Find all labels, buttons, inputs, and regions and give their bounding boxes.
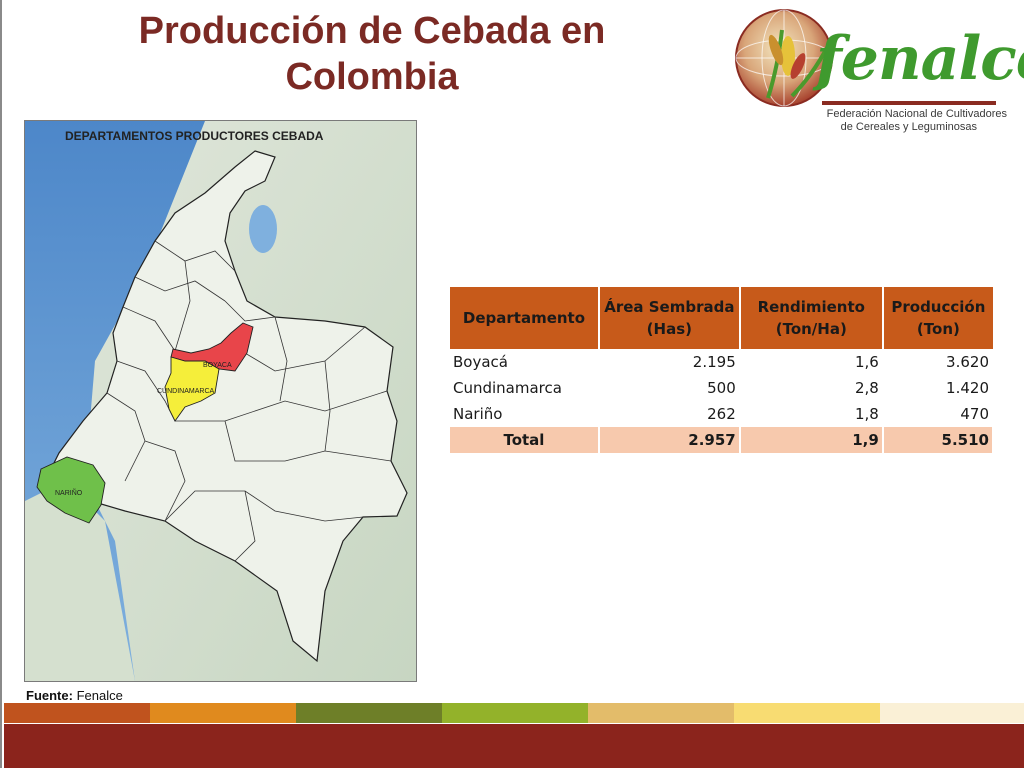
logo-underline bbox=[822, 101, 996, 105]
total-area: 2.957 bbox=[598, 427, 741, 453]
header-area: Área Sembrada (Has) bbox=[598, 287, 741, 349]
total-produccion: 5.510 bbox=[882, 427, 995, 453]
cell-rendimiento: 1,8 bbox=[739, 401, 884, 427]
slide: Producción de Cebada en Colombia fenalce bbox=[0, 0, 1024, 768]
fenalce-logo: fenalce Federación Nacional de Cultivado… bbox=[730, 4, 1024, 136]
map-title: DEPARTAMENTOS PRODUCTORES CEBADA bbox=[65, 129, 324, 143]
stripe-2 bbox=[150, 703, 296, 723]
total-label: Total bbox=[450, 427, 600, 453]
cell-rendimiento: 2,8 bbox=[739, 375, 884, 401]
logo-subtitle-line2: de Cereales y Leguminosas bbox=[840, 121, 977, 133]
logo-wordmark: fenalce bbox=[816, 24, 1024, 94]
cell-area: 2.195 bbox=[598, 349, 741, 375]
slide-title-line1: Producción de Cebada en bbox=[138, 10, 606, 52]
table-row: Nariño 262 1,8 470 bbox=[450, 401, 995, 427]
cell-departamento: Cundinamarca bbox=[450, 375, 600, 401]
slide-title: Producción de Cebada en Colombia bbox=[62, 8, 682, 100]
cell-area: 262 bbox=[598, 401, 741, 427]
cell-rendimiento: 1,6 bbox=[739, 349, 884, 375]
source-note: Fuente: Fenalce bbox=[26, 688, 123, 703]
cell-departamento: Boyacá bbox=[450, 349, 600, 375]
header-rendimiento: Rendimiento (Ton/Ha) bbox=[739, 287, 884, 349]
map-label-boyaca: BOYACA bbox=[203, 362, 232, 369]
map-label-cundinamarca: CUNDINAMARCA bbox=[157, 388, 215, 395]
slide-title-line2: Colombia bbox=[285, 56, 459, 98]
stripe-4 bbox=[442, 703, 588, 723]
stripe-3 bbox=[296, 703, 442, 723]
stripe-1 bbox=[4, 703, 150, 723]
cell-produccion: 1.420 bbox=[882, 375, 995, 401]
table-row: Cundinamarca 500 2,8 1.420 bbox=[450, 375, 995, 401]
cell-produccion: 470 bbox=[882, 401, 995, 427]
map-svg: BOYACA CUNDINAMARCA NARIÑO bbox=[25, 121, 416, 681]
colombia-map: BOYACA CUNDINAMARCA NARIÑO DEPARTAMENTOS… bbox=[24, 120, 417, 682]
lake-maracaibo bbox=[249, 205, 277, 253]
table-row: Boyacá 2.195 1,6 3.620 bbox=[450, 349, 995, 375]
map-label-narino: NARIÑO bbox=[55, 488, 83, 497]
production-table: Departamento Área Sembrada (Has) Rendimie… bbox=[450, 287, 995, 453]
color-stripes bbox=[4, 703, 1024, 723]
header-departamento: Departamento bbox=[450, 287, 600, 349]
header-produccion: Producción (Ton) bbox=[882, 287, 993, 349]
stripe-7 bbox=[880, 703, 1024, 723]
cell-area: 500 bbox=[598, 375, 741, 401]
table-header-row: Departamento Área Sembrada (Has) Rendimie… bbox=[450, 287, 993, 349]
table-total-row: Total 2.957 1,9 5.510 bbox=[450, 427, 995, 453]
cell-departamento: Nariño bbox=[450, 401, 600, 427]
stripe-5 bbox=[588, 703, 734, 723]
logo-subtitle-line1: Federación Nacional de Cultivadores bbox=[826, 108, 1007, 120]
footer-bar bbox=[4, 724, 1024, 768]
source-value: Fenalce bbox=[76, 688, 123, 703]
cell-produccion: 3.620 bbox=[882, 349, 995, 375]
stripe-6 bbox=[734, 703, 880, 723]
source-label: Fuente: bbox=[26, 688, 73, 703]
total-rendimiento: 1,9 bbox=[739, 427, 884, 453]
